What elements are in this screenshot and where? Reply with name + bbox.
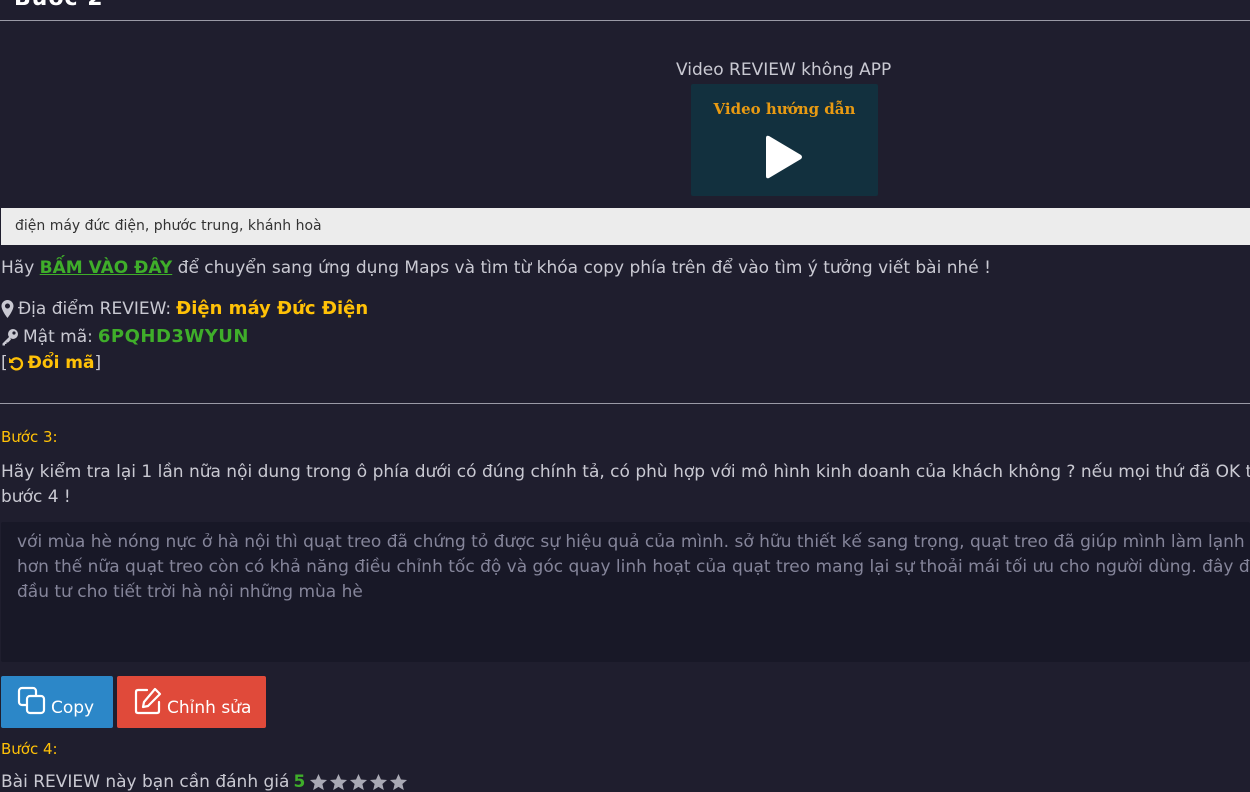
- star-icon[interactable]: [369, 773, 388, 792]
- video-title: Video REVIEW không APP: [676, 60, 892, 80]
- open-maps-link[interactable]: BẤM VÀO ĐÂY: [40, 258, 173, 278]
- step-3-instructions: Hãy kiểm tra lại 1 lần nữa nội dung tron…: [1, 460, 1250, 510]
- rating-count: 5: [293, 772, 306, 792]
- copy-button-label: Copy: [51, 698, 95, 718]
- open-bracket: [: [1, 353, 8, 373]
- close-bracket: ]: [94, 353, 102, 373]
- password-value: 6PQHD3WYUN: [97, 326, 249, 347]
- step-3-label: Bước 3:: [1, 428, 58, 446]
- video-thumbnail[interactable]: Video hướng dẫn: [691, 84, 878, 196]
- location-label: Địa điểm REVIEW:: [18, 298, 172, 319]
- keyword-field[interactable]: điện máy đức điện, phước trung, khánh ho…: [1, 208, 1250, 245]
- star-icon[interactable]: [349, 773, 368, 792]
- step-4-rating: Bài REVIEW này bạn cần đánh giá 5: [1, 772, 409, 792]
- review-line-1: với mùa hè nóng nực ở hà nội thì quạt tr…: [17, 532, 1250, 552]
- star-icon[interactable]: [329, 773, 348, 792]
- key-icon: [2, 328, 18, 345]
- step-2-heading: Bước 2: [14, 0, 104, 11]
- rating-instruction: Bài REVIEW này bạn cần đánh giá: [1, 772, 290, 792]
- map-marker-icon: [1, 299, 14, 318]
- review-page: Bước 2 Video REVIEW không APP Video hướn…: [0, 0, 1250, 792]
- step-3-line-1: Hãy kiểm tra lại 1 lần nữa nội dung tron…: [1, 462, 1250, 482]
- divider: [0, 403, 1250, 404]
- review-line-3: đầu tư cho tiết trời hà nội những mùa hè: [17, 582, 363, 602]
- divider: [0, 20, 1250, 21]
- instruction-prefix: Hãy: [1, 258, 40, 278]
- maps-instruction: Hãy BẤM VÀO ĐÂY để chuyển sang ứng dụng …: [1, 258, 991, 278]
- change-code-button[interactable]: Đổi mã: [8, 353, 95, 373]
- review-line-2: hơn thế nữa quạt treo còn có khả năng đi…: [17, 557, 1250, 577]
- step-4-label: Bước 4:: [1, 740, 58, 758]
- instruction-suffix: để chuyển sang ứng dụng Maps và tìm từ k…: [172, 258, 991, 278]
- review-location: Địa điểm REVIEW: Điện máy Đức Điện: [1, 298, 368, 319]
- play-icon[interactable]: [765, 134, 805, 180]
- copy-icon: [17, 686, 46, 715]
- review-password: Mật mã: 6PQHD3WYUN: [1, 326, 249, 347]
- copy-button[interactable]: Copy: [1, 676, 113, 728]
- step-3-line-2: bước 4 !: [1, 487, 71, 507]
- location-name: Điện máy Đức Điện: [176, 298, 369, 319]
- star-icon[interactable]: [309, 773, 328, 792]
- change-code-row: [ Đổi mã ]: [1, 353, 101, 373]
- video-thumbnail-caption: Video hướng dẫn: [713, 100, 856, 118]
- refresh-icon: [8, 356, 23, 371]
- star-icon[interactable]: [389, 773, 408, 792]
- edit-icon: [134, 687, 162, 715]
- edit-button[interactable]: Chỉnh sửa: [117, 676, 266, 728]
- edit-button-label: Chỉnh sửa: [167, 698, 252, 718]
- review-textarea[interactable]: với mùa hè nóng nực ở hà nội thì quạt tr…: [1, 522, 1250, 662]
- change-code-label: Đổi mã: [27, 353, 95, 373]
- password-label: Mật mã:: [23, 326, 93, 347]
